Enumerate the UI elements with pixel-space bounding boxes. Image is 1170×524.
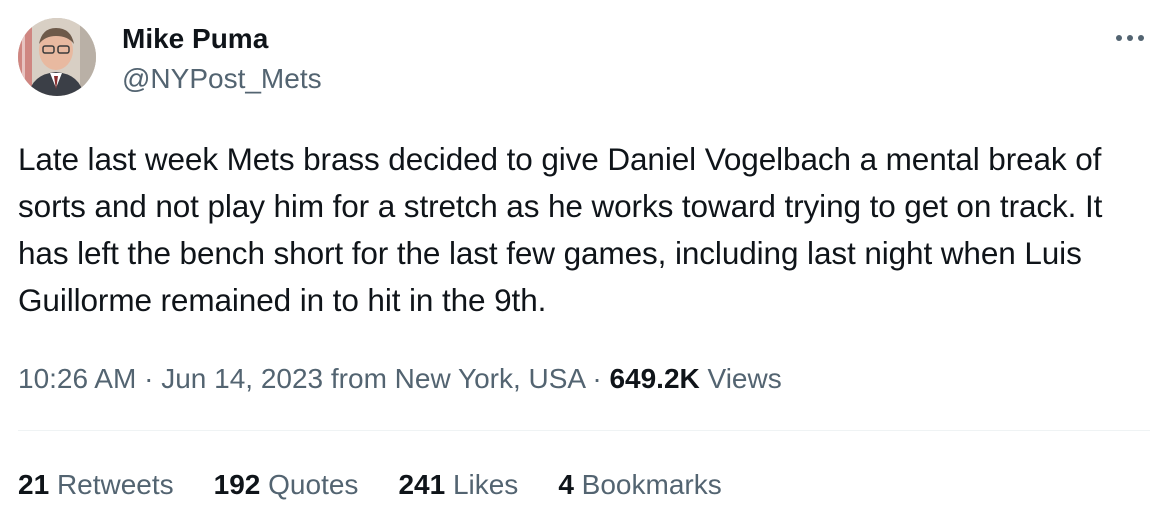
quotes-stat[interactable]: 192 Quotes	[214, 466, 359, 504]
quotes-label: Quotes	[268, 469, 359, 500]
tweet-card: Mike Puma @NYPost_Mets Late last week Me…	[0, 0, 1170, 524]
retweets-label: Retweets	[56, 469, 174, 500]
meta-separator: ·	[592, 363, 602, 394]
bookmarks-label: Bookmarks	[581, 469, 722, 500]
profile-photo-icon	[18, 18, 96, 96]
meta-separator: ·	[144, 363, 154, 394]
engagement-stats: 21 Retweets 192 Quotes 241 Likes 4 Bookm…	[18, 466, 762, 504]
tweet-time[interactable]: 10:26 AM	[18, 363, 136, 394]
ellipsis-icon	[1116, 35, 1144, 41]
author-handle[interactable]: @NYPost_Mets	[122, 62, 322, 96]
views-label[interactable]: Views	[708, 363, 782, 394]
bookmarks-count: 4	[558, 469, 574, 500]
more-options-button[interactable]	[1110, 22, 1150, 54]
likes-count: 241	[398, 469, 446, 500]
tweet-location: from New York, USA	[330, 363, 585, 394]
likes-stat[interactable]: 241 Likes	[398, 466, 518, 504]
avatar[interactable]	[18, 18, 96, 96]
likes-label: Likes	[452, 469, 519, 500]
bookmarks-stat[interactable]: 4 Bookmarks	[558, 466, 721, 504]
divider	[18, 430, 1150, 431]
tweet-meta: 10:26 AM · Jun 14, 2023 from New York, U…	[18, 360, 782, 398]
retweets-stat[interactable]: 21 Retweets	[18, 466, 174, 504]
tweet-date[interactable]: Jun 14, 2023	[161, 363, 323, 394]
author-name[interactable]: Mike Puma	[122, 22, 268, 56]
tweet-text: Late last week Mets brass decided to giv…	[18, 141, 1103, 318]
quotes-count: 192	[213, 469, 261, 500]
views-count[interactable]: 649.2K	[609, 363, 699, 394]
retweets-count: 21	[18, 469, 50, 500]
